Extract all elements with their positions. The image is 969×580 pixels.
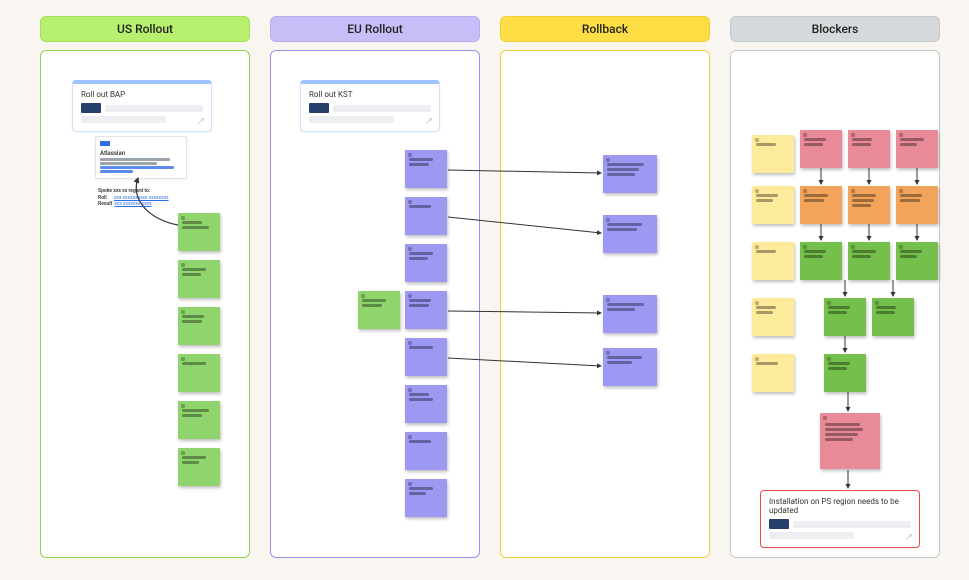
- link-out-icon[interactable]: ↗: [425, 116, 433, 127]
- atlassian-icon: [100, 141, 110, 146]
- priority-icon: [309, 103, 329, 113]
- jira-title: Roll out KST: [309, 90, 431, 99]
- link-out-icon[interactable]: ↗: [905, 532, 913, 543]
- jira-card-kst[interactable]: Roll out KST ↗: [300, 80, 440, 132]
- sticky-us-5[interactable]: [178, 401, 220, 439]
- sticky-blk-y3[interactable]: [752, 242, 794, 280]
- col-title-rollback: Rollback: [582, 22, 628, 36]
- sticky-eu-branch[interactable]: [358, 291, 400, 329]
- sticky-blk-o1[interactable]: [800, 186, 842, 224]
- col-header-us[interactable]: US Rollout: [40, 16, 250, 42]
- sticky-rb-2[interactable]: [603, 215, 657, 253]
- sticky-us-2[interactable]: [178, 260, 220, 298]
- sticky-eu-8[interactable]: [405, 479, 447, 517]
- sticky-eu-5[interactable]: [405, 338, 447, 376]
- sticky-blk-y5[interactable]: [752, 354, 794, 392]
- jira-title: Roll out BAP: [81, 90, 203, 99]
- sticky-blk-g5[interactable]: [872, 298, 914, 336]
- comment-heading: Spoke xxx xx regard to:: [98, 188, 192, 194]
- link-out-icon[interactable]: ↗: [197, 116, 205, 127]
- sticky-rb-1[interactable]: [603, 155, 657, 193]
- sticky-us-3[interactable]: [178, 307, 220, 345]
- jira-card-bap[interactable]: Roll out BAP ↗: [72, 80, 212, 132]
- sticky-blk-r3[interactable]: [896, 130, 938, 168]
- sticky-blk-g1[interactable]: [800, 242, 842, 280]
- sticky-blk-o3[interactable]: [896, 186, 938, 224]
- jira-title: Installation on PS region needs to be up…: [769, 497, 911, 515]
- sticky-blk-summary[interactable]: [820, 413, 880, 469]
- sticky-blk-g3[interactable]: [896, 242, 938, 280]
- sticky-blk-g6[interactable]: [824, 354, 866, 392]
- skeleton: [793, 521, 911, 528]
- skeleton: [100, 158, 170, 161]
- sticky-eu-2[interactable]: [405, 197, 447, 235]
- sticky-blk-y4[interactable]: [752, 298, 794, 336]
- sticky-blk-y2[interactable]: [752, 186, 794, 224]
- comment-link-2: xxx xxxxxxx xxxx: [114, 201, 151, 207]
- col-title-us: US Rollout: [117, 22, 173, 36]
- sticky-rb-4[interactable]: [603, 348, 657, 386]
- skeleton: [333, 105, 431, 112]
- sticky-rb-3[interactable]: [603, 295, 657, 333]
- info-card-atlassian[interactable]: Atlassian: [95, 136, 187, 179]
- skeleton: [100, 166, 174, 169]
- info-title: Atlassian: [100, 150, 182, 157]
- comment-label-2: Result: [98, 201, 112, 207]
- sticky-eu-3[interactable]: [405, 244, 447, 282]
- skeleton: [81, 116, 166, 123]
- sticky-eu-1[interactable]: [405, 150, 447, 188]
- jira-card-update[interactable]: Installation on PS region needs to be up…: [760, 490, 920, 548]
- sticky-eu-6[interactable]: [405, 385, 447, 423]
- skeleton: [769, 532, 854, 539]
- sticky-blk-r2[interactable]: [848, 130, 890, 168]
- sticky-eu-7[interactable]: [405, 432, 447, 470]
- sticky-us-4[interactable]: [178, 354, 220, 392]
- col-title-eu: EU Rollout: [347, 22, 403, 36]
- col-header-rollback[interactable]: Rollback: [500, 16, 710, 42]
- sticky-us-1[interactable]: [178, 213, 220, 251]
- sticky-blk-y1[interactable]: [752, 135, 794, 173]
- sticky-blk-g4[interactable]: [824, 298, 866, 336]
- col-header-eu[interactable]: EU Rollout: [270, 16, 480, 42]
- sticky-eu-4[interactable]: [405, 291, 447, 329]
- skeleton: [100, 162, 157, 165]
- skeleton: [309, 116, 394, 123]
- comment-block[interactable]: Spoke xxx xx regard to: Rollxxx xxxxxxxx…: [98, 188, 192, 207]
- col-title-blockers: Blockers: [812, 22, 859, 36]
- sticky-us-6[interactable]: [178, 448, 220, 486]
- sticky-blk-r1[interactable]: [800, 130, 842, 168]
- skeleton: [100, 170, 133, 173]
- sticky-blk-g2[interactable]: [848, 242, 890, 280]
- sticky-blk-o2[interactable]: [848, 186, 890, 224]
- priority-icon: [81, 103, 101, 113]
- skeleton: [105, 105, 203, 112]
- col-header-blockers[interactable]: Blockers: [730, 16, 940, 42]
- priority-icon: [769, 519, 789, 529]
